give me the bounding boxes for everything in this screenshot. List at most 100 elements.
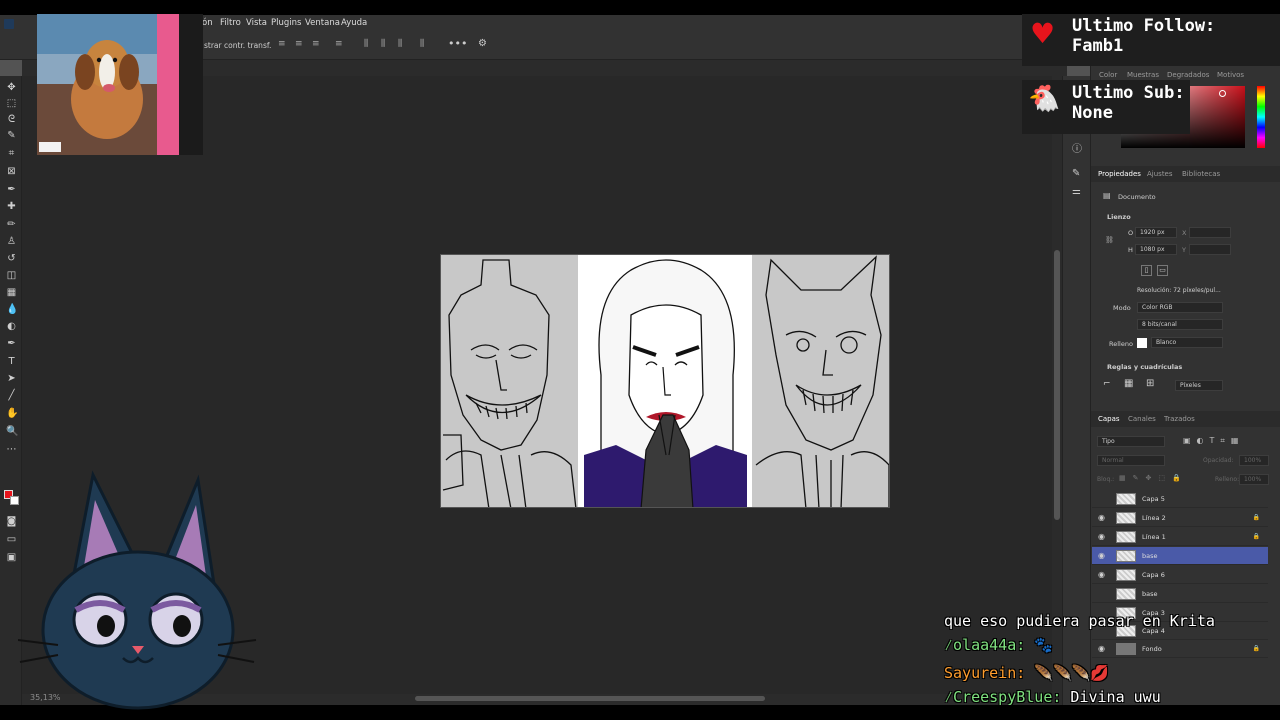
zoom-tool-icon[interactable]: 🔍: [6, 426, 18, 437]
hue-slider[interactable]: [1257, 86, 1265, 148]
color-picker-handle[interactable]: [1219, 90, 1226, 97]
bits-select[interactable]: 8 bits/canal: [1137, 319, 1223, 330]
blur-tool-icon[interactable]: 💧: [6, 304, 18, 315]
tab-motivos[interactable]: Motivos: [1217, 71, 1244, 79]
units-select[interactable]: Píxeles: [1175, 380, 1223, 391]
screen-mode-icon[interactable]: ▭: [6, 534, 17, 545]
fill-select[interactable]: Blanco: [1151, 337, 1223, 348]
eye-icon[interactable]: ◉: [1098, 513, 1105, 522]
history-brush-icon[interactable]: ↺: [6, 253, 17, 264]
menu-filtro[interactable]: Filtro: [220, 18, 241, 28]
dodge-tool-icon[interactable]: ◐: [6, 321, 17, 332]
distribute-center-icon[interactable]: ⫼: [381, 39, 385, 49]
layer-fill-field[interactable]: 100%: [1239, 474, 1269, 485]
layer-row-selected[interactable]: ◉ base: [1092, 547, 1268, 565]
layer-row[interactable]: ◉ Línea 2 🔒: [1092, 509, 1268, 527]
eye-icon[interactable]: ◉: [1098, 570, 1105, 579]
path-select-tool-icon[interactable]: ➤: [6, 373, 17, 384]
layer-name[interactable]: Capa 5: [1142, 495, 1165, 503]
type-tool-icon[interactable]: T: [6, 356, 17, 367]
lock-icons[interactable]: ▦✎✥⬚🔒: [1119, 474, 1188, 482]
healing-brush-icon[interactable]: ✚: [6, 201, 17, 212]
horizontal-scroll-thumb[interactable]: [415, 696, 765, 701]
align-right-icon[interactable]: ≡: [312, 39, 320, 49]
menu-ayuda[interactable]: Ayuda: [341, 18, 367, 28]
layer-name[interactable]: base: [1142, 590, 1158, 598]
menu-plugins[interactable]: Plugins: [271, 18, 301, 28]
landscape-icon[interactable]: ▭: [1157, 265, 1168, 276]
grid-icon[interactable]: ▦: [1124, 378, 1133, 389]
menu-partial[interactable]: ón: [202, 18, 213, 28]
eye-icon[interactable]: ◉: [1098, 532, 1105, 541]
rulers-icon[interactable]: ⌐: [1103, 379, 1111, 389]
tab-trazados[interactable]: Trazados: [1164, 415, 1195, 423]
distribute-right-icon[interactable]: ⫼: [398, 39, 402, 49]
blend-mode-select[interactable]: Normal: [1097, 455, 1165, 466]
x-field[interactable]: [1189, 227, 1231, 238]
gear-icon[interactable]: ⚙: [478, 38, 487, 49]
tab-propiedades[interactable]: Propiedades: [1098, 170, 1141, 178]
width-field[interactable]: 1920 px: [1135, 227, 1177, 238]
menu-ventana[interactable]: Ventana: [305, 18, 340, 28]
layer-filter-select[interactable]: Tipo: [1097, 436, 1165, 447]
screen-mode-alt-icon[interactable]: ▣: [6, 552, 17, 563]
hand-tool-icon[interactable]: ✋: [6, 408, 18, 419]
crop-tool-icon[interactable]: ⌗: [6, 148, 17, 159]
more-tools-icon[interactable]: ⋯: [6, 444, 17, 455]
menu-vista[interactable]: Vista: [246, 18, 267, 28]
layer-row[interactable]: ◉ Capa 6: [1092, 566, 1268, 584]
fill-swatch[interactable]: [1137, 338, 1147, 348]
layer-name[interactable]: Línea 2: [1142, 514, 1166, 522]
layer-row[interactable]: ◉ Línea 1 🔒: [1092, 528, 1268, 546]
quick-select-tool-icon[interactable]: ✎: [6, 130, 17, 141]
eyedropper-tool-icon[interactable]: ✒: [6, 184, 17, 195]
canvas-artwork[interactable]: [440, 254, 890, 508]
move-tool-icon[interactable]: ✥: [6, 82, 17, 93]
quick-mask-icon[interactable]: ◙: [6, 516, 17, 527]
layer-name[interactable]: base: [1142, 552, 1158, 560]
cat-avatar: [17, 470, 258, 710]
align-top-icon[interactable]: ≡: [335, 39, 343, 49]
tab-color[interactable]: Color: [1099, 71, 1117, 79]
tab-bibliotecas[interactable]: Bibliotecas: [1182, 170, 1220, 178]
align-left-icon[interactable]: ≡: [278, 39, 286, 49]
opacity-field[interactable]: 100%: [1239, 455, 1269, 466]
show-transform-controls-label[interactable]: strar contr. transf.: [204, 41, 271, 50]
layer-row[interactable]: Capa 5: [1092, 490, 1268, 508]
y-field[interactable]: [1189, 244, 1231, 255]
vertical-scroll-thumb[interactable]: [1054, 250, 1060, 520]
frame-tool-icon[interactable]: ⊠: [6, 166, 17, 177]
link-icon[interactable]: ⛓: [1105, 236, 1114, 244]
layer-name[interactable]: Capa 6: [1142, 571, 1165, 579]
more-options-icon[interactable]: •••: [448, 37, 467, 50]
distribute-spacing-icon[interactable]: ⫼: [420, 39, 424, 49]
marquee-tool-icon[interactable]: ⬚: [6, 98, 17, 109]
section-rulers[interactable]: Reglas y cuadrículas: [1107, 363, 1182, 371]
layer-filter-icons[interactable]: ▣◐T⌗▦: [1183, 436, 1245, 446]
line-tool-icon[interactable]: ╱: [6, 390, 17, 401]
tab-ajustes[interactable]: Ajustes: [1147, 170, 1173, 178]
lasso-tool-icon[interactable]: ᘓ: [6, 114, 17, 125]
brush-tool-icon[interactable]: ✏: [6, 219, 17, 230]
info-icon[interactable]: ⓘ: [1072, 140, 1082, 155]
gradient-tool-icon[interactable]: ▦: [6, 287, 17, 298]
portrait-icon[interactable]: ▯: [1141, 265, 1152, 276]
tab-muestras[interactable]: Muestras: [1127, 71, 1159, 79]
pen-tool-icon[interactable]: ✒: [6, 338, 17, 349]
tab-degradados[interactable]: Degradados: [1167, 71, 1209, 79]
brush-settings-icon[interactable]: ✎: [1072, 168, 1080, 179]
tab-canales[interactable]: Canales: [1128, 415, 1156, 423]
guides-icon[interactable]: ⊞: [1146, 378, 1154, 389]
stamp-tool-icon[interactable]: ♙: [6, 236, 17, 247]
height-field[interactable]: 1080 px: [1135, 244, 1177, 255]
layer-row[interactable]: base: [1092, 585, 1268, 603]
adjustments-icon[interactable]: ⚌: [1072, 186, 1081, 197]
section-lienzo[interactable]: Lienzo: [1107, 213, 1131, 221]
align-center-icon[interactable]: ≡: [295, 39, 303, 49]
eraser-tool-icon[interactable]: ◫: [6, 270, 17, 281]
mode-select[interactable]: Color RGB: [1137, 302, 1223, 313]
tab-capas[interactable]: Capas: [1098, 415, 1120, 423]
eye-icon[interactable]: ◉: [1098, 551, 1105, 560]
distribute-icon[interactable]: ⫼: [364, 39, 368, 49]
layer-name[interactable]: Línea 1: [1142, 533, 1166, 541]
